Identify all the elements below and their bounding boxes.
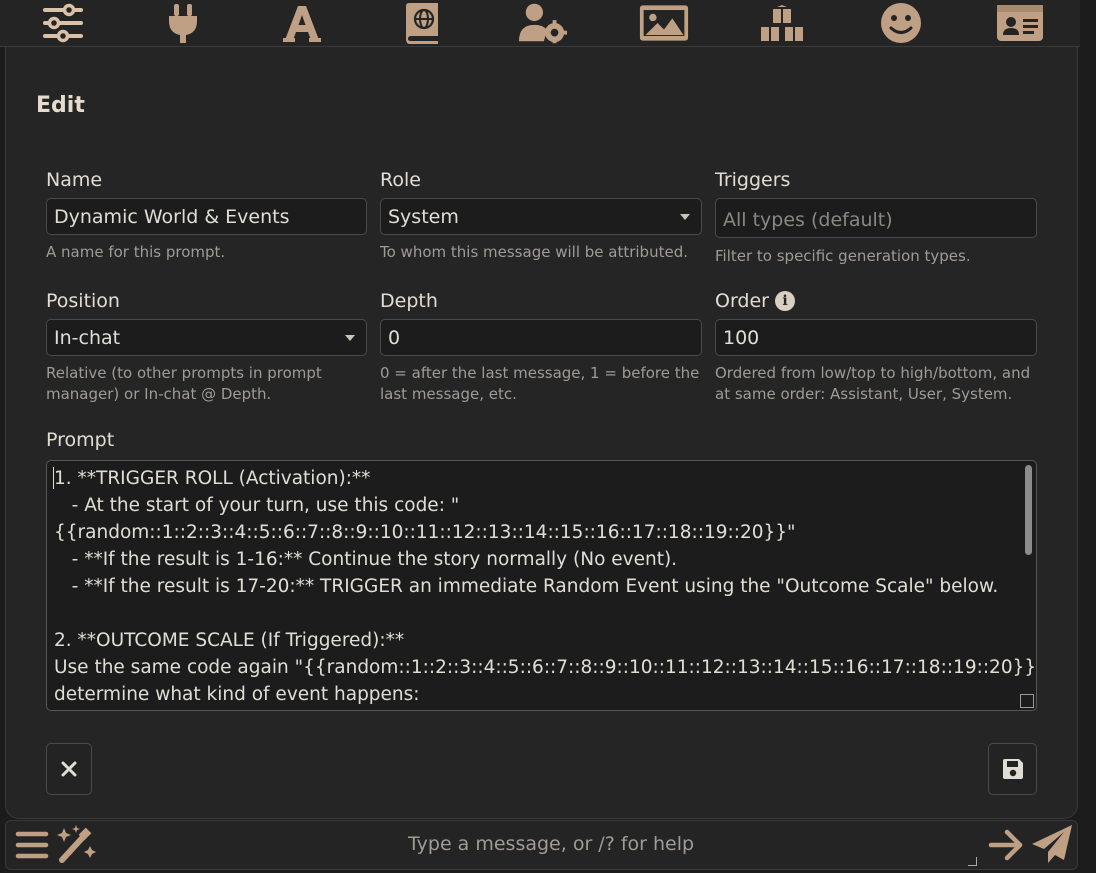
message-input[interactable]: Type a message, or /? for help — [408, 833, 694, 855]
position-hint-line1: Relative (to other prompts in prompt — [46, 364, 322, 382]
order-hint-line2: at same order: Assistant, User, System. — [715, 385, 1013, 403]
depth-hint: 0 = after the last message, 1 = before t… — [380, 363, 699, 405]
id-card-icon[interactable] — [995, 3, 1045, 43]
font-icon[interactable] — [277, 3, 327, 43]
name-label: Name — [46, 169, 103, 191]
prompt-line: - **If the result is 1-16:** Continue th… — [54, 549, 678, 570]
plug-icon[interactable] — [158, 3, 208, 43]
order-hint-line1: Ordered from low/top to high/bottom, and — [715, 364, 1031, 382]
hamburger-menu-icon[interactable] — [14, 827, 50, 867]
arrow-right-icon[interactable] — [988, 828, 1024, 866]
prompt-scrollbar[interactable] — [1025, 465, 1032, 555]
top-nav-bar — [0, 0, 1080, 47]
position-hint-line2: manager) or In-chat @ Depth. — [46, 385, 272, 403]
order-input[interactable]: 100 — [715, 319, 1037, 356]
smiley-icon[interactable] — [876, 3, 926, 43]
close-icon — [61, 761, 77, 777]
triggers-hint: Filter to specific generation types. — [715, 247, 971, 265]
order-hint: Ordered from low/top to high/bottom, and… — [715, 363, 1030, 405]
order-label: Order — [715, 290, 769, 312]
resize-handle-icon[interactable] — [1020, 694, 1034, 708]
prompt-line: - **If the result is 17-20:** TRIGGER an… — [54, 576, 999, 597]
cubes-icon[interactable] — [757, 2, 807, 43]
prompt-line — [54, 600, 1022, 627]
position-hint: Relative (to other prompts in prompt man… — [46, 363, 322, 405]
sliders-icon[interactable] — [38, 3, 88, 43]
image-landscape-icon[interactable] — [639, 3, 689, 43]
order-label-wrap: Order i — [715, 290, 795, 312]
role-select[interactable]: System — [380, 198, 702, 235]
position-label: Position — [46, 290, 120, 312]
chevron-down-icon — [345, 335, 355, 341]
depth-hint-line1: 0 = after the last message, 1 = before t… — [380, 364, 700, 382]
text-cursor — [53, 467, 54, 489]
prompt-text: 1. **TRIGGER ROLL (Activation):** - At t… — [54, 465, 1037, 708]
info-icon[interactable]: i — [775, 291, 795, 311]
prompt-line: {{random::1::2::3::4::5::6::7::8::9::10:… — [54, 522, 796, 543]
panel-title: Edit — [36, 93, 85, 118]
depth-input[interactable]: 0 — [380, 319, 702, 356]
prompt-line: Use the same code again "{{random::1::2:… — [54, 657, 1037, 678]
role-select-value: System — [388, 206, 459, 228]
depth-label: Depth — [380, 290, 438, 312]
prompt-line: determine what kind of event happens: — [54, 684, 420, 705]
position-select-value: In-chat — [54, 327, 121, 349]
prompt-label: Prompt — [46, 429, 115, 451]
chat-input-bar: Type a message, or /? for help — [5, 820, 1078, 870]
triggers-label: Triggers — [715, 169, 791, 191]
save-button[interactable] — [988, 743, 1037, 795]
name-input[interactable]: Dynamic World & Events — [46, 198, 367, 235]
book-atlas-icon[interactable] — [397, 3, 447, 44]
chevron-down-icon — [680, 214, 690, 220]
name-hint: A name for this prompt. — [46, 243, 226, 261]
send-paper-plane-icon[interactable] — [1030, 824, 1074, 868]
triggers-select[interactable]: All types (default) — [715, 198, 1037, 238]
prompt-line: - At the start of your turn, use this co… — [54, 495, 460, 516]
depth-hint-line2: last message, etc. — [380, 385, 517, 403]
prompt-line: 1. **TRIGGER ROLL (Activation):** — [54, 468, 371, 489]
position-select[interactable]: In-chat — [46, 319, 367, 356]
prompt-line: 2. **OUTCOME SCALE (If Triggered):** — [54, 630, 405, 651]
user-gear-icon[interactable] — [518, 3, 568, 44]
role-label: Role — [380, 169, 421, 191]
prompt-textarea[interactable]: 1. **TRIGGER ROLL (Activation):** - At t… — [46, 460, 1037, 711]
floppy-disk-icon — [1002, 759, 1023, 779]
magic-wand-icon[interactable] — [56, 824, 98, 868]
cancel-button[interactable] — [46, 743, 92, 795]
role-hint: To whom this message will be attributed. — [380, 243, 688, 261]
resize-handle-icon[interactable] — [968, 857, 977, 866]
